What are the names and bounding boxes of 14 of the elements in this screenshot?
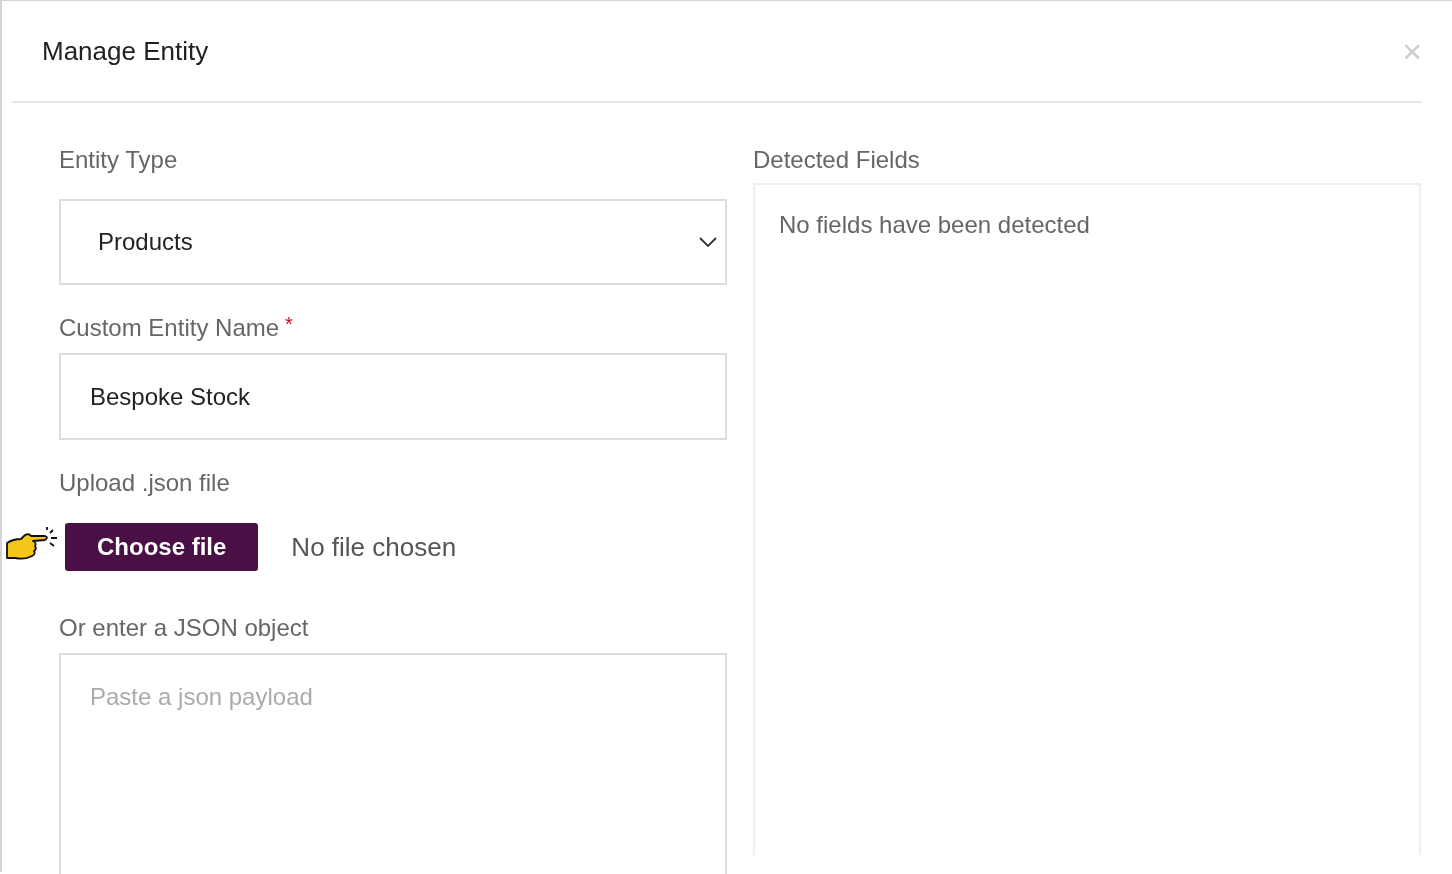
- field-label: Entity Type: [59, 145, 179, 175]
- choose-file-button[interactable]: Choose file: [65, 523, 259, 571]
- file-status-text: No file chosen: [291, 531, 457, 563]
- required-asterisk: *: [285, 313, 293, 335]
- entity-type-dropdown[interactable]: Products: [59, 199, 727, 285]
- section-label: Detected Fields: [753, 145, 921, 175]
- empty-message: No fields have been detected: [779, 211, 1090, 238]
- chevron-down-icon: [699, 237, 717, 247]
- entity-name-input[interactable]: Bespoke Stock: [59, 353, 727, 440]
- dialog-title: Manage Entity: [42, 35, 209, 67]
- json-textarea[interactable]: Paste a json payload: [59, 653, 727, 874]
- field-label: Custom Entity Name: [59, 313, 280, 343]
- field-label: Or enter a JSON object: [59, 613, 310, 643]
- field-label: Upload .json file: [59, 468, 231, 498]
